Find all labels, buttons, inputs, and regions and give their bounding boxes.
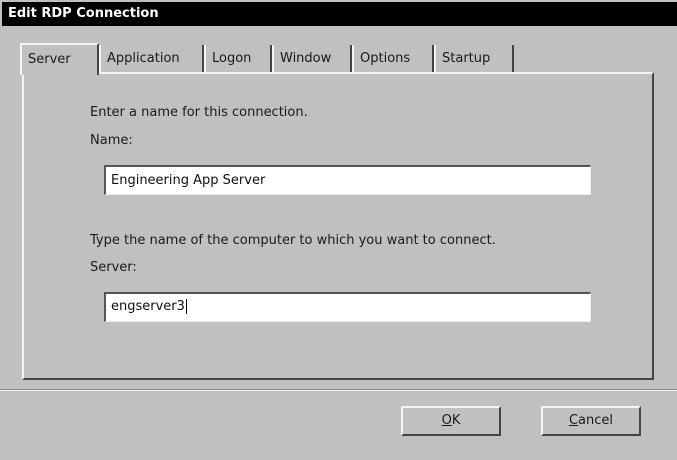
tab-application-label: Application [107,51,180,66]
connection-name-prompt: Enter a name for this connection. [90,105,308,120]
tab-logon[interactable]: Logon [204,45,272,72]
tab-options-label: Options [360,51,411,66]
ok-label-rest: K [451,413,461,428]
edit-rdp-connection-dialog: Edit RDP Connection Server Application L… [0,0,677,460]
tab-application[interactable]: Application [99,45,204,72]
server-name-value: engserver3 [111,299,185,314]
ok-button[interactable]: OK [401,406,501,436]
title-bar[interactable]: Edit RDP Connection [2,2,677,26]
tab-options[interactable]: Options [352,45,434,72]
tab-window-label: Window [280,51,332,66]
server-tab-panel: Enter a name for this connection. Name: … [22,72,654,380]
cancel-button[interactable]: Cancel [541,406,641,436]
tab-window[interactable]: Window [272,45,352,72]
text-caret [185,299,187,314]
connection-name-field[interactable] [104,165,591,195]
tab-server-label: Server [28,52,71,67]
cancel-label-rest: ancel [578,413,614,428]
tab-startup[interactable]: Startup [434,45,514,72]
name-label: Name: [90,133,133,148]
tab-server[interactable]: Server [20,43,99,75]
cancel-mnemonic: C [568,413,579,428]
server-name-field[interactable]: engserver3 [104,292,591,322]
ok-mnemonic: O [441,413,452,428]
server-prompt: Type the name of the computer to which y… [90,233,496,248]
server-label: Server: [90,260,137,275]
tab-logon-label: Logon [212,51,252,66]
tab-startup-label: Startup [442,51,491,66]
window-title: Edit RDP Connection [8,6,159,21]
dialog-separator [0,389,677,391]
